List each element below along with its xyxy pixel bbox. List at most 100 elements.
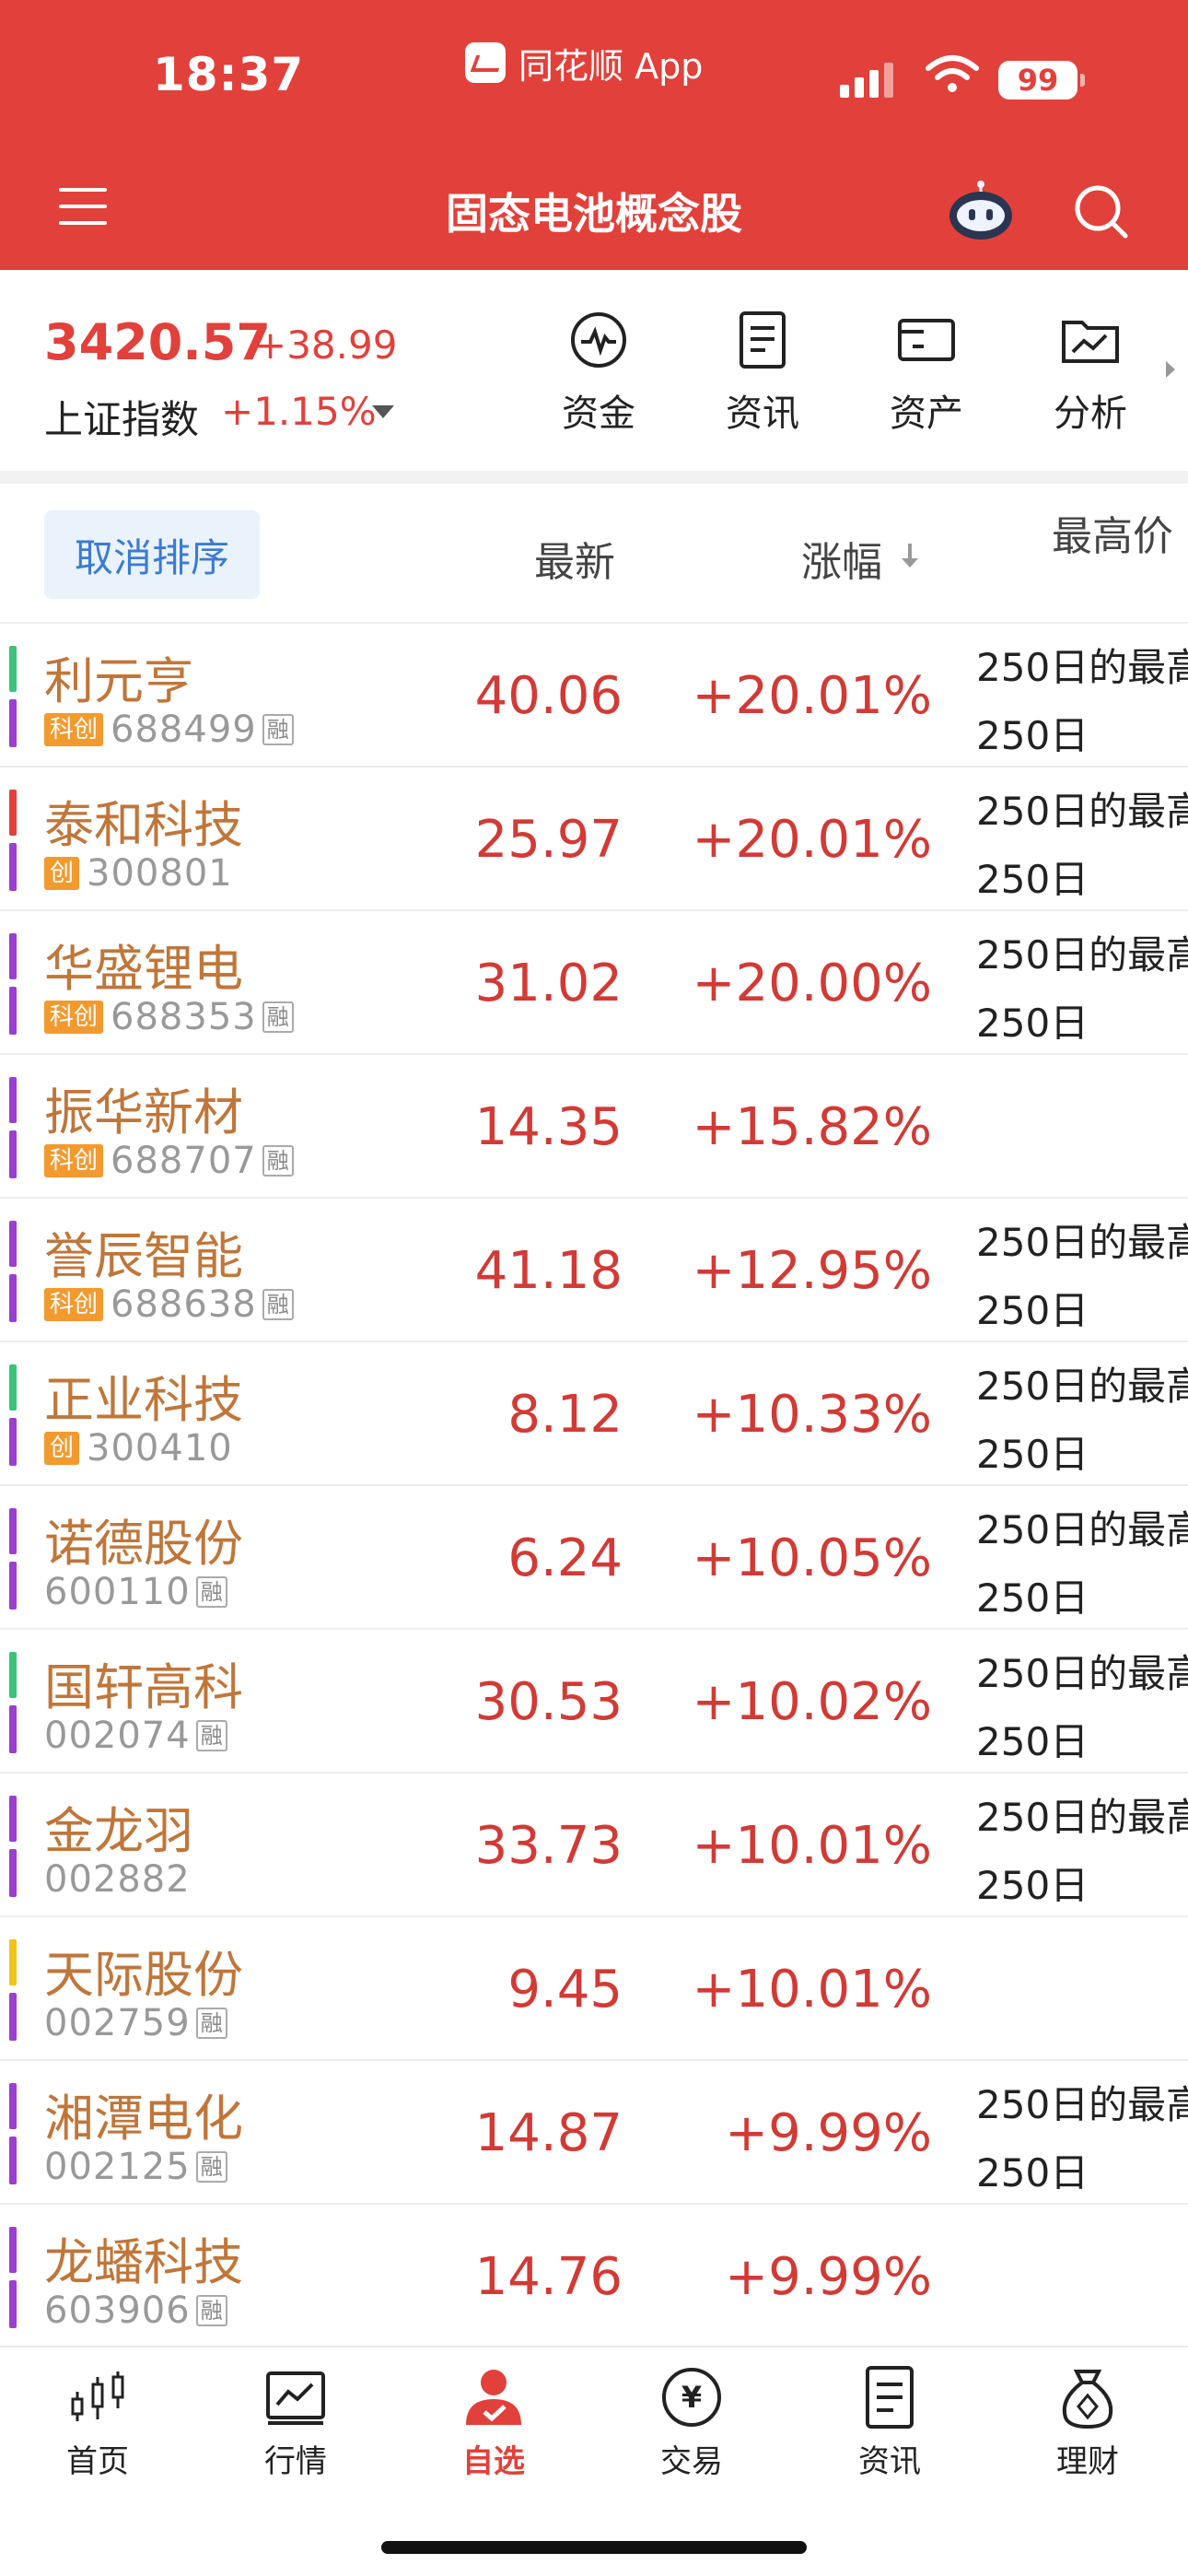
stock-name: 湘潭电化 [44,2090,243,2148]
column-high[interactable]: 最高价 [1052,503,1173,562]
latest-price: 6.24 [507,1528,623,1588]
stock-code: 002125 [44,2146,191,2188]
sector-marker [9,1077,17,1123]
tab-trade[interactable]: ¥ 交易 [627,2364,756,2481]
stock-name: 国轩高科 [44,1658,243,1716]
table-row[interactable]: 泰和科技创 300801 25.97 +20.01% 250日的最高 250日 [0,767,1188,911]
tab-watchlist[interactable]: 自选 [429,2364,558,2481]
change-percent: +20.00% [692,954,932,1013]
table-row[interactable]: 振华新材 科创 688707 融 14.35 +15.82% [0,1055,1188,1199]
table-row[interactable]: 国轩高科 002074 融 30.53 +10.02% 250日的最高 250日 [0,1630,1188,1774]
folder-chart-icon [1062,321,1119,363]
change-percent: +10.01% [692,1816,932,1876]
sector-marker [9,1418,17,1466]
sector-marker [9,987,17,1035]
quick-action-label: 分析 [1054,392,1127,435]
high-note: 250日的最高 [976,2082,1188,2127]
sector-marker [9,790,17,836]
margin-badge: 融 [195,1720,227,1751]
high-note-sub: 250日 [976,857,1089,902]
stock-code: 002759 [44,2002,191,2044]
stock-meta: 科创 688707 融 [44,1140,294,1182]
change-percent: +10.01% [692,1960,932,2020]
stock-meta: 科创 688353 融 [44,996,294,1038]
table-row[interactable]: 天际股份 002759 融 9.45 +10.01% [0,1917,1188,2061]
stock-meta: 002074 融 [44,1715,227,1757]
stock-meta: 002759 融 [44,2002,227,2044]
quick-action-assets[interactable]: 资产 [871,310,982,437]
index-value[interactable]: 3420.57 [44,313,271,371]
latest-price: 25.97 [474,810,623,870]
stock-code: 600110 [44,1571,191,1613]
cancel-sort-button[interactable]: 取消排序 [44,510,260,599]
chevron-down-icon[interactable] [372,405,394,418]
index-name[interactable]: 上证指数 [44,389,199,445]
stock-name: 华盛锂电 [44,940,243,998]
table-row[interactable]: 诺德股份 600110 融 6.24 +10.05% 250日的最高 250日 [0,1486,1188,1630]
stock-list: 利元亨 科创 688499 融 40.06 +20.01% 250日的最高 250日 泰和科技创… [0,624,1188,2348]
tab-wealth[interactable]: 理财 [1023,2364,1152,2481]
stock-meta: 创 300801 [44,852,233,895]
tab-label: 交易 [660,2443,723,2480]
tab-label: 行情 [264,2443,327,2480]
table-row[interactable]: 华盛锂电 科创 688353 融 31.02 +20.00% 250日的最高 250日 [0,911,1188,1055]
tab-news[interactable]: 资讯 [825,2364,954,2481]
document-icon [740,311,786,369]
quick-action-analysis[interactable]: 分析 [1035,310,1146,437]
change-percent: +12.95% [692,1241,932,1301]
sector-marker [9,1849,17,1897]
sector-marker [9,843,17,891]
table-row[interactable]: 金龙羽 002882 33.73 +10.01% 250日的最高 250日 [0,1774,1188,1917]
table-row[interactable]: 湘潭电化 002125 融 14.87 +9.99% 250日的最高 250日 [0,2061,1188,2205]
stock-name: 诺德股份 [44,1515,243,1573]
table-row[interactable]: 正业科技创 300410 8.12 +10.33% 250日的最高 250日 [0,1342,1188,1486]
column-change[interactable]: 涨幅 [801,529,882,588]
wifi-icon [926,55,979,92]
board-tag: 创 [44,1432,80,1465]
wallet-icon [898,319,955,361]
battery-indicator: 99 [998,61,1085,100]
margin-badge: 融 [262,1289,294,1320]
quick-action-news[interactable]: 资讯 [707,310,818,437]
change-percent: +9.99% [725,2103,932,2163]
column-latest[interactable]: 最新 [534,529,615,588]
change-percent: +9.99% [725,2247,932,2307]
robot-assistant-icon[interactable] [947,181,1015,241]
sector-marker [9,699,17,747]
change-percent: +20.01% [692,810,932,870]
search-icon[interactable] [1072,182,1129,240]
tab-home[interactable]: 首页 [33,2364,162,2481]
stock-meta: 科创 688499 融 [44,708,294,751]
high-note: 250日的最高 [976,1651,1188,1696]
quick-action-funds[interactable]: 资金 [543,310,654,437]
board-tag: 科创 [44,1288,104,1321]
latest-price: 33.73 [474,1816,623,1876]
board-tag: 科创 [44,1144,104,1177]
stock-meta: 600110 融 [44,1571,227,1613]
table-row[interactable]: 龙蟠科技 603906 融 14.76 +9.99% [0,2205,1188,2348]
home-indicator[interactable] [381,2541,807,2554]
change-percent: +20.01% [692,666,932,726]
high-note-sub: 250日 [976,1719,1089,1764]
candlestick-icon [71,2371,124,2421]
latest-price: 31.02 [474,954,623,1013]
high-note-sub: 250日 [976,1863,1089,1908]
change-percent: +15.82% [692,1097,932,1157]
table-row[interactable]: 利元亨 科创 688499 融 40.06 +20.01% 250日的最高 250日 [0,624,1188,767]
high-note-sub: 250日 [976,1575,1089,1621]
chevron-right-icon[interactable] [1166,361,1175,378]
stock-meta: 科创 688638 融 [44,1283,294,1326]
margin-badge: 融 [262,1001,294,1033]
stock-code: 300801 [87,852,233,895]
table-row[interactable]: 誉辰智能 科创 688638 融 41.18 +12.95% 250日的最高 250日 [0,1199,1188,1342]
high-note: 250日的最高 [976,932,1188,978]
stock-code: 688353 [111,996,257,1038]
tab-quotes[interactable]: 行情 [231,2364,360,2481]
sector-marker [9,1652,17,1698]
line-chart-icon [266,2371,325,2425]
quick-action-label: 资讯 [726,392,799,435]
app-badge[interactable]: 同花顺 App [465,41,703,87]
stock-meta: 002125 融 [44,2146,227,2188]
high-note-sub: 250日 [976,1432,1089,1477]
index-change: +38.99 [254,322,398,368]
